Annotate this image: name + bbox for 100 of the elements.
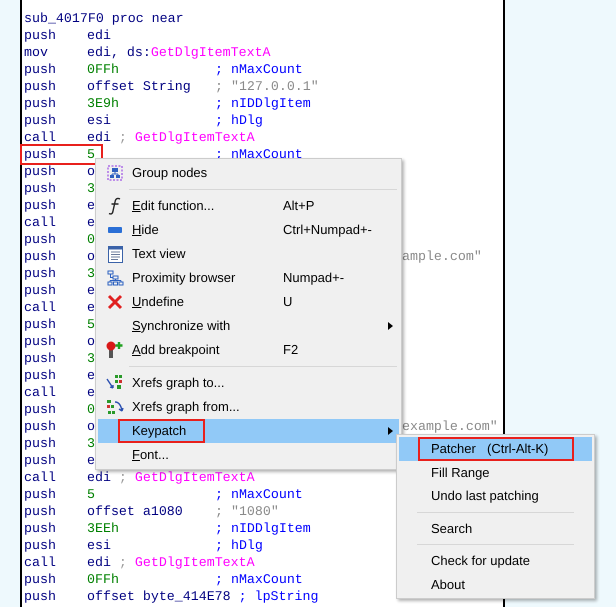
code-mnemonic: push [24, 520, 57, 538]
shortcut-text: Alt+P [283, 198, 314, 214]
code-mnemonic: push [24, 282, 57, 300]
menu-item[interactable]: Edit function... Alt+P [98, 194, 399, 218]
menu-item[interactable]: Proximity browser Numpad+- [98, 266, 399, 290]
code-operand: ; [118, 128, 128, 147]
code-comment: ; "1080" [215, 502, 279, 521]
code-operand: e [87, 298, 95, 317]
code-operand: o [87, 162, 95, 181]
code-mnemonic: push [24, 162, 57, 181]
menu-item-label: Proximity browser [132, 270, 236, 286]
code-mnemonic: push [24, 570, 57, 589]
code-operand: e [87, 366, 95, 385]
code-comment: ; nMaxCount [215, 60, 303, 79]
menu-item-label: Hide [132, 222, 159, 238]
code-mnemonic: call [24, 298, 57, 317]
code-operand: 5 [87, 146, 95, 164]
code-operand: e [87, 282, 95, 300]
code-operand: GetDlgItemTextA [134, 128, 255, 147]
code-operand: o [87, 332, 95, 351]
code-operand: offset byte_414E78 [87, 588, 231, 606]
shortcut-text: F2 [283, 342, 298, 358]
menu-item-label: Undo last patching [431, 487, 539, 505]
code-operand: ; [118, 468, 128, 487]
code-operand: 3 [87, 350, 95, 368]
code-operand: esi [87, 112, 111, 130]
code-mnemonic: push [24, 94, 57, 113]
code-mnemonic: push [24, 180, 57, 198]
code-mnemonic: call [24, 384, 57, 402]
code-mnemonic: push [24, 366, 57, 385]
menu-item-label: Search [431, 520, 474, 538]
code-mnemonic: push [24, 502, 57, 521]
menu-item[interactable]: Xrefs graph from... [98, 395, 399, 419]
code-operand: 3 [87, 264, 95, 283]
code-operand: 0 [87, 400, 95, 419]
code-operand: edi, ds: [87, 44, 151, 62]
code-operand: esi [87, 536, 111, 555]
code-comment: ; nMaxCount [215, 486, 303, 504]
code-mnemonic: push [24, 230, 57, 249]
menu-item-label: Edit function... [132, 198, 214, 214]
code-operand: e [87, 452, 95, 470]
shortcut-text: Numpad+- [283, 270, 344, 286]
menu-item-label: Group nodes [132, 165, 208, 180]
code-mnemonic: push [24, 434, 57, 453]
code-operand: 0FFh [87, 60, 119, 79]
code-comment: example.com" [402, 418, 498, 436]
code-mnemonic: push [24, 264, 57, 283]
code-operand: offset String [87, 78, 191, 96]
menu-item-label: About [431, 576, 466, 594]
code-mnemonic: push [24, 400, 57, 419]
code-mnemonic: mov [24, 44, 49, 62]
code-operand: edi [87, 554, 111, 572]
code-operand: 3EEh [87, 520, 119, 538]
code-operand: edi [87, 468, 111, 487]
submenu-item[interactable]: Patcher (Ctrl-Alt-K) [399, 437, 592, 460]
menu-item[interactable]: Keypatch [98, 419, 399, 443]
code-mnemonic: push [24, 486, 57, 504]
code-mnemonic: push [24, 26, 57, 45]
function-icon [108, 197, 122, 215]
code-mnemonic: push [24, 248, 57, 266]
menu-item[interactable]: Text view [98, 242, 399, 266]
submenu-item[interactable]: About [399, 572, 592, 596]
menu-item[interactable]: Undefine U [98, 290, 399, 314]
code-comment: ; hDlg [215, 112, 263, 130]
menu-item[interactable]: Add breakpoint F2 [98, 338, 399, 362]
code-operand: 3 [87, 434, 95, 453]
menu-item-label: Text view [132, 246, 186, 262]
cross-icon [107, 294, 123, 310]
submenu-item[interactable]: Undo last patching [399, 484, 592, 508]
menu-item[interactable]: Synchronize with [98, 314, 399, 338]
submenu-item[interactable]: Search [399, 516, 592, 540]
code-operand: GetDlgItemTextA [134, 554, 255, 572]
code-mnemonic: push [24, 452, 57, 470]
code-comment: ample.com" [402, 248, 482, 266]
submenu-item[interactable]: Check for update [399, 549, 592, 572]
minus-icon [108, 227, 122, 233]
shortcut-text: (Ctrl-Alt-K) [487, 440, 548, 458]
code-mnemonic: push [24, 78, 57, 96]
code-operand: e [87, 384, 95, 402]
code-mnemonic: push [24, 316, 57, 334]
code-comment: ; "127.0.0.1" [215, 78, 319, 96]
code-comment: ; hDlg [215, 536, 263, 555]
code-operand: o [87, 418, 95, 436]
menu-item[interactable]: Font... [98, 443, 399, 467]
breakpoint-icon [106, 341, 124, 359]
code-mnemonic: call [24, 554, 57, 572]
code-mnemonic: push [24, 146, 57, 164]
code-comment: ; lpString [238, 588, 318, 606]
menu-item[interactable]: Xrefs graph to... [98, 371, 399, 395]
submenu-item[interactable]: Fill Range [399, 460, 592, 484]
shortcut-text: Ctrl+Numpad+- [283, 222, 372, 238]
group-nodes-icon [107, 165, 123, 181]
menu-item-label: Font... [132, 447, 169, 462]
code-mnemonic: push [24, 196, 57, 215]
code-operand: GetDlgItemTextA [150, 44, 271, 62]
menu-item-label: Synchronize with [132, 318, 230, 334]
menu-item[interactable]: Hide Ctrl+Numpad+- [98, 218, 399, 242]
menu-item[interactable]: Group nodes [98, 161, 399, 185]
menu-item-label: Fill Range [431, 464, 490, 482]
shortcut-text: U [283, 294, 292, 310]
